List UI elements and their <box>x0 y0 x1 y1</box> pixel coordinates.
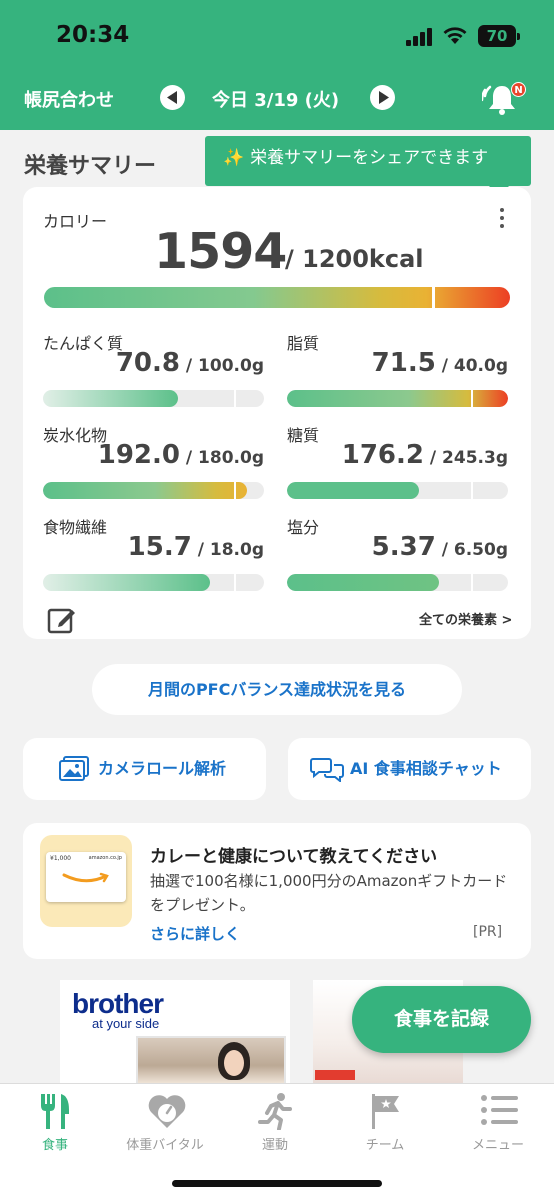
tab-team[interactable]: チーム <box>330 1084 440 1164</box>
nutrient-name: たんぱく質 <box>43 334 124 353</box>
ai-chat-label: AI 食事相談チャット <box>350 759 502 778</box>
sparkle-icon: ✨ <box>223 148 245 168</box>
notification-badge: N <box>511 82 526 97</box>
promo-more-link[interactable]: さらに詳しく <box>150 923 240 944</box>
nutrient-progress-bar <box>43 482 264 499</box>
heart-scale-icon <box>148 1095 186 1128</box>
triangle-right-icon <box>379 91 389 104</box>
tooltip-text: 栄養サマリーをシェアできます <box>250 148 489 168</box>
nutrient-progress-bar <box>287 482 508 499</box>
flag-icon <box>372 1094 399 1129</box>
tab-label: チーム <box>365 1138 405 1153</box>
nutrient-progress-bar <box>287 574 508 591</box>
promo-card[interactable]: ¥1,000 amazon.co.jp カレーと健康について教えてください 抽選… <box>23 823 531 959</box>
camera-roll-label: カメラロール解析 <box>98 759 227 778</box>
calorie-target: / 1200kcal <box>285 245 424 273</box>
tab-label: 食事 <box>41 1138 68 1153</box>
tab-meals[interactable]: 食事 <box>0 1084 110 1164</box>
nutrient-protein: たんぱく質 70.8 / 100.0g <box>43 330 264 416</box>
nutrition-summary-card: カロリー 1594 / 1200kcal たんぱく質 70.8 / 100.0g… <box>23 187 531 639</box>
nutrient-value: 176.2 / 245.3g <box>341 440 508 470</box>
nutrient-fiber: 食物繊維 15.7 / 18.0g <box>43 514 264 600</box>
nutrient-progress-bar <box>43 390 264 407</box>
cellular-signal-icon <box>406 28 432 46</box>
nutrient-sugar: 糖質 176.2 / 245.3g <box>287 422 508 508</box>
tab-label: メニュー <box>471 1138 524 1153</box>
chat-bubbles-icon <box>310 758 344 782</box>
amazon-smile-icon <box>62 872 109 883</box>
ai-chat-button[interactable]: AI 食事相談チャット <box>288 738 531 800</box>
edit-icon[interactable] <box>47 605 77 635</box>
nutrient-value: 70.8 / 100.0g <box>115 348 264 378</box>
all-nutrients-link[interactable]: 全ての栄養素 > <box>419 609 512 628</box>
battery-icon: 70 <box>478 25 520 47</box>
fork-knife-icon <box>41 1094 69 1129</box>
nutrient-value: 5.37 / 6.50g <box>371 532 508 562</box>
calorie-label: カロリー <box>43 212 108 231</box>
camera-roll-analysis-button[interactable]: カメラロール解析 <box>23 738 266 800</box>
promo-body: 抽選で100名様に1,000円分のAmazonギフトカード をプレゼント。 <box>150 872 508 914</box>
runner-icon <box>258 1093 292 1130</box>
nutrient-name: 糖質 <box>287 426 320 445</box>
more-options-icon[interactable] <box>494 205 510 231</box>
tab-weight-vitals[interactable]: 体重バイタル <box>110 1084 220 1164</box>
triangle-left-icon <box>167 91 177 104</box>
record-meal-button[interactable]: 食事を記録 <box>352 986 531 1053</box>
nutrient-name: 脂質 <box>287 334 320 353</box>
tab-menu[interactable]: メニュー <box>443 1084 553 1164</box>
pfc-balance-button[interactable]: 月間のPFCバランス達成状況を見る <box>92 664 462 715</box>
ad-photo <box>136 1036 286 1084</box>
current-date[interactable]: 今日 3/19 (火) <box>212 86 339 112</box>
wifi-icon <box>443 27 467 44</box>
next-day-button[interactable] <box>370 85 395 110</box>
nutrient-salt: 塩分 5.37 / 6.50g <box>287 514 508 600</box>
balance-adjust-link[interactable]: 帳尻合わせ <box>24 86 114 112</box>
ad-tagline: at your side <box>92 1016 160 1031</box>
gift-card-image: ¥1,000 amazon.co.jp <box>40 835 132 927</box>
pr-tag: [PR] <box>473 924 503 940</box>
nutrient-value: 15.7 / 18.0g <box>127 532 264 562</box>
calorie-progress-bar <box>44 287 510 308</box>
nutrient-progress-bar <box>287 390 508 407</box>
nutrient-value: 71.5 / 40.0g <box>371 348 508 378</box>
nutrient-name: 塩分 <box>287 518 320 537</box>
nutrient-progress-bar <box>43 574 264 591</box>
nutrient-name: 食物繊維 <box>43 518 108 537</box>
nutrient-carbohydrate: 炭水化物 192.0 / 180.0g <box>43 422 264 508</box>
home-indicator <box>172 1180 382 1187</box>
photo-gallery-icon <box>59 756 89 781</box>
section-title: 栄養サマリー <box>24 154 157 179</box>
calorie-target-marker <box>432 287 435 308</box>
calorie-value: 1594 <box>154 223 287 280</box>
share-tooltip[interactable]: ✨ 栄養サマリーをシェアできます <box>205 136 531 196</box>
nutrient-value: 192.0 / 180.0g <box>97 440 264 470</box>
promo-title: カレーと健康について教えてください <box>150 847 438 867</box>
tab-exercise[interactable]: 運動 <box>220 1084 330 1164</box>
tab-label: 運動 <box>261 1138 288 1153</box>
app-header: 20:34 70 帳尻合わせ 今日 3/19 (火) N <box>0 0 554 130</box>
nutrient-fat: 脂質 71.5 / 40.0g <box>287 330 508 416</box>
previous-day-button[interactable] <box>160 85 185 110</box>
status-time: 20:34 <box>56 22 130 48</box>
tab-label: 体重バイタル <box>126 1138 204 1153</box>
list-icon <box>481 1095 518 1125</box>
